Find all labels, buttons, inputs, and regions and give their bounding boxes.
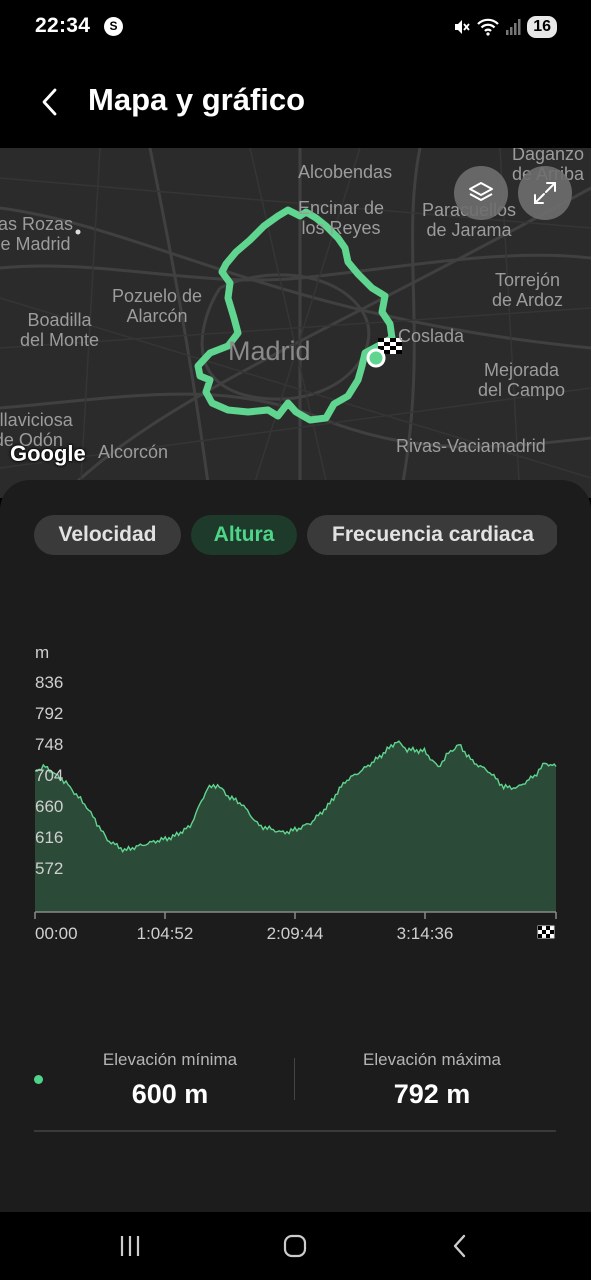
map-label-madrid: Madrid [228,336,311,366]
elevation-chart[interactable]: 836 792 748 704 660 616 572 m 00:00 1:04:52 2:09:4… [0,640,591,940]
stats-dot [34,1075,43,1084]
back-icon [453,1234,466,1258]
map-label-torrejon: Torrejón de Ardoz [492,270,564,310]
battery-badge: 16 [527,16,557,38]
map-label-boadilla: Boadilla del Monte [20,310,100,350]
signal-icon [506,19,521,35]
y-axis-unit: m [35,643,49,662]
stat-max-value: 792 m [393,1079,471,1109]
tab-frecuencia-cardiaca[interactable]: Frecuencia cardiaca [307,515,557,555]
status-bar: 22:34 S 16 [0,0,591,56]
y-tick-label: 748 [35,735,63,754]
y-tick-label: 836 [35,673,63,692]
recents-button[interactable] [110,1230,150,1262]
map-label-encinar: Encinar de los Reyes [298,198,385,238]
y-tick-label: 792 [35,704,63,723]
y-tick-label: 704 [35,766,63,785]
stat-min: Elevación mínima 600 m [60,1050,280,1110]
stat-max-label: Elevación máxima [363,1050,501,1069]
tab-altura[interactable]: Altura [191,515,297,555]
stats-divider [294,1058,295,1100]
map-label-alcobendas: Alcobendas [298,162,393,182]
chevron-left-icon [42,88,57,116]
x-tick-label: 1:04:52 [137,924,194,940]
status-icons: 16 [453,14,557,40]
elevation-stats: Elevación mínima 600 m Elevación máxima … [0,1050,591,1120]
stat-max: Elevación máxima 792 m [322,1050,542,1110]
start-point-icon [366,348,386,368]
shazam-icon: S [104,17,123,36]
map-label-rozas: Las Rozas de Madrid [0,214,74,254]
mute-icon [455,20,470,34]
x-tick-label: 00:00 [35,924,78,940]
expand-icon [534,182,556,204]
map-layers-button[interactable] [454,166,508,220]
route-map[interactable]: Alcobendas Daganzo de Arriba Encinar de … [0,148,591,498]
map-expand-button[interactable] [518,166,572,220]
layers-icon [469,182,493,201]
header: Mapa y gráfico [0,56,591,148]
checkered-flag-icon [537,925,555,939]
map-label-pozuelo: Pozuelo de Alarcón [112,286,203,326]
system-nav-bar [0,1212,591,1280]
x-tick-label: 3:14:36 [397,924,454,940]
map-label-coslada: Coslada [398,326,465,346]
stat-min-value: 600 m [131,1079,209,1109]
y-tick-label: 660 [35,797,63,816]
status-time: 22:34 [35,14,91,37]
recents-icon [120,1236,140,1256]
map-label-rivas: Rivas-Vaciamadrid [396,436,546,456]
stat-min-label: Elevación mínima [102,1050,238,1069]
page-title: Mapa y gráfico [88,82,306,117]
wifi-icon [477,18,499,36]
tab-velocidad[interactable]: Velocidad [34,515,181,555]
divider [34,1130,556,1132]
y-tick-label: 572 [35,859,63,878]
chart-sheet: Velocidad Altura Frecuencia cardiaca 836… [0,480,591,1212]
x-tick-label: 2:09:44 [267,924,324,940]
back-button[interactable] [30,82,70,122]
map-label-alcorcon: Alcorcón [98,442,169,462]
metric-tabs: Velocidad Altura Frecuencia cardiaca [34,515,557,557]
google-logo: Google [10,441,86,466]
y-tick-label: 616 [35,828,63,847]
nav-back-button[interactable] [440,1230,480,1262]
map-label-mejorada: Mejorada del Campo [478,360,566,400]
home-icon [283,1234,307,1258]
home-button[interactable] [275,1230,315,1262]
